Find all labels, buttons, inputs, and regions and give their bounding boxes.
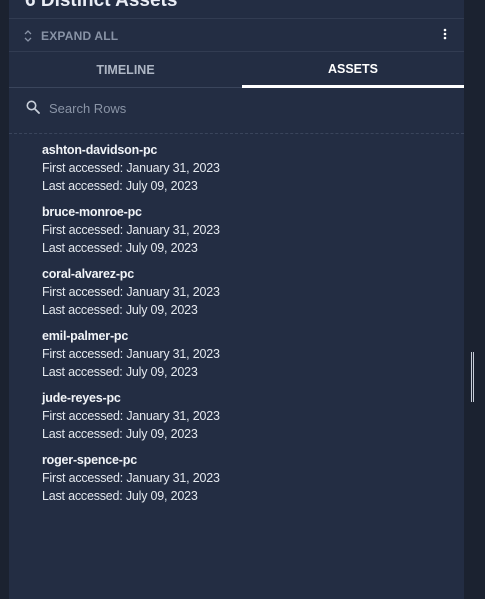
unfold-icon [23, 29, 33, 43]
panel-title: 6 Distinct Assets [25, 0, 178, 11]
asset-name: emil-palmer-pc [42, 329, 129, 343]
asset-last-accessed: Last accessed: July 09, 2023 [42, 303, 198, 317]
asset-item[interactable]: emil-palmer-pc First accessed: January 3… [42, 327, 442, 389]
more-options-button[interactable] [438, 28, 452, 44]
tab-assets[interactable]: ASSETS [242, 52, 464, 88]
asset-last-accessed: Last accessed: July 09, 2023 [42, 427, 198, 441]
search-bar [9, 88, 464, 134]
asset-item[interactable]: roger-spence-pc First accessed: January … [42, 451, 442, 513]
search-input[interactable] [47, 96, 431, 120]
asset-first-accessed: First accessed: January 31, 2023 [42, 409, 220, 423]
asset-first-accessed: First accessed: January 31, 2023 [42, 347, 220, 361]
panel-resize-handle[interactable] [471, 352, 474, 402]
asset-last-accessed: Last accessed: July 09, 2023 [42, 489, 198, 503]
search-icon [26, 100, 40, 114]
tab-timeline[interactable]: TIMELINE [9, 52, 242, 88]
panel-toolbar: EXPAND ALL [9, 18, 464, 52]
asset-item[interactable]: jude-reyes-pc First accessed: January 31… [42, 389, 442, 451]
tab-bar: TIMELINE ASSETS [9, 52, 464, 88]
asset-name: roger-spence-pc [42, 453, 137, 467]
asset-last-accessed: Last accessed: July 09, 2023 [42, 179, 198, 193]
asset-item[interactable]: coral-alvarez-pc First accessed: January… [42, 265, 442, 327]
expand-all-button[interactable]: EXPAND ALL [23, 19, 118, 52]
asset-name: coral-alvarez-pc [42, 267, 134, 281]
expand-all-label: EXPAND ALL [41, 28, 119, 43]
asset-last-accessed: Last accessed: July 09, 2023 [42, 241, 198, 255]
asset-first-accessed: First accessed: January 31, 2023 [42, 471, 220, 485]
asset-item[interactable]: bruce-monroe-pc First accessed: January … [42, 203, 442, 265]
asset-first-accessed: First accessed: January 31, 2023 [42, 285, 220, 299]
assets-panel: 6 Distinct Assets EXPAND ALL TIMELINE AS… [9, 0, 464, 599]
more-vertical-icon [443, 27, 447, 45]
asset-list: ashton-davidson-pc First accessed: Janua… [42, 141, 442, 513]
asset-name: ashton-davidson-pc [42, 143, 158, 157]
asset-item[interactable]: ashton-davidson-pc First accessed: Janua… [42, 141, 442, 203]
asset-name: bruce-monroe-pc [42, 205, 142, 219]
asset-first-accessed: First accessed: January 31, 2023 [42, 223, 220, 237]
asset-last-accessed: Last accessed: July 09, 2023 [42, 365, 198, 379]
asset-first-accessed: First accessed: January 31, 2023 [42, 161, 220, 175]
asset-name: jude-reyes-pc [42, 391, 121, 405]
